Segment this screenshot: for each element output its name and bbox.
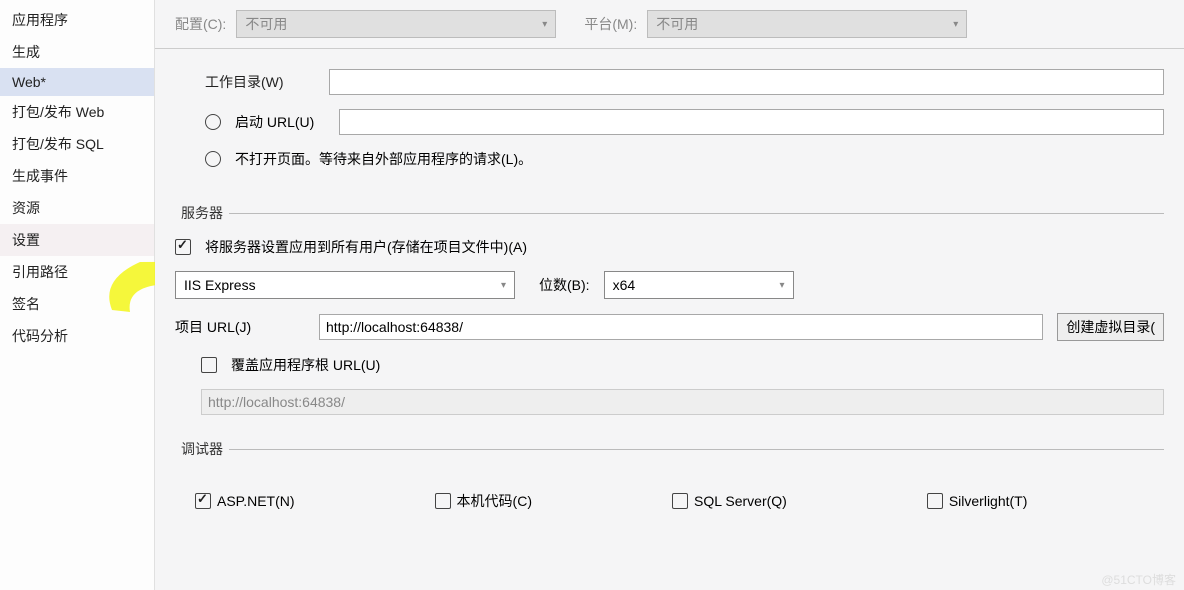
sidebar-item-code-analysis[interactable]: 代码分析 xyxy=(0,320,154,352)
sidebar-item-signing[interactable]: 签名 xyxy=(0,288,154,320)
sidebar-item-settings[interactable]: 设置 xyxy=(0,224,154,256)
start-url-input[interactable] xyxy=(339,109,1164,135)
sidebar-item-build[interactable]: 生成 xyxy=(0,36,154,68)
server-type-select[interactable]: IIS Express ▾ xyxy=(175,271,515,299)
platform-value: 不可用 xyxy=(656,14,698,34)
project-url-input[interactable] xyxy=(319,314,1043,340)
config-select: 不可用 ▾ xyxy=(236,10,556,38)
debugger-fieldset: 调试器 ASP.NET(N) 本机代码(C) SQL Server(Q) Sil… xyxy=(175,439,1164,511)
server-type-value: IIS Express xyxy=(184,277,256,293)
no-open-label: 不打开页面。等待来自外部应用程序的请求(L)。 xyxy=(235,149,532,169)
aspnet-label: ASP.NET(N) xyxy=(217,493,295,509)
start-url-radio[interactable] xyxy=(205,114,221,130)
config-label: 配置(C): xyxy=(175,14,226,34)
chevron-down-icon: ▾ xyxy=(780,280,785,291)
sqlserver-label: SQL Server(Q) xyxy=(694,493,787,509)
override-root-checkbox[interactable] xyxy=(201,357,217,373)
silverlight-checkbox[interactable] xyxy=(927,493,943,509)
sidebar: 应用程序 生成 Web* 打包/发布 Web 打包/发布 SQL 生成事件 资源… xyxy=(0,0,155,590)
main-panel: 配置(C): 不可用 ▾ 平台(M): 不可用 ▾ 工作目录(W) 启动 URL… xyxy=(155,0,1184,590)
platform-label: 平台(M): xyxy=(584,14,637,34)
sidebar-item-build-events[interactable]: 生成事件 xyxy=(0,160,154,192)
override-root-input xyxy=(201,389,1164,415)
sidebar-item-package-web[interactable]: 打包/发布 Web xyxy=(0,96,154,128)
watermark: @51CTO博客 xyxy=(1101,571,1176,588)
debugger-legend: 调试器 xyxy=(175,439,229,459)
config-value: 不可用 xyxy=(245,14,287,34)
apply-all-label: 将服务器设置应用到所有用户(存储在项目文件中)(A) xyxy=(205,237,527,257)
workdir-input[interactable] xyxy=(329,69,1164,95)
server-fieldset: 服务器 将服务器设置应用到所有用户(存储在项目文件中)(A) IIS Expre… xyxy=(175,203,1164,429)
no-open-radio[interactable] xyxy=(205,151,221,167)
workdir-label: 工作目录(W) xyxy=(205,72,315,92)
sidebar-item-resources[interactable]: 资源 xyxy=(0,192,154,224)
sidebar-item-web[interactable]: Web* xyxy=(0,68,154,96)
server-legend: 服务器 xyxy=(175,203,229,223)
chevron-down-icon: ▾ xyxy=(501,280,506,291)
platform-select: 不可用 ▾ xyxy=(647,10,967,38)
project-url-label: 项目 URL(J) xyxy=(175,317,305,337)
aspnet-checkbox[interactable] xyxy=(195,493,211,509)
bits-label: 位数(B): xyxy=(539,275,590,295)
native-checkbox[interactable] xyxy=(435,493,451,509)
sidebar-item-app[interactable]: 应用程序 xyxy=(0,4,154,36)
native-label: 本机代码(C) xyxy=(457,491,532,511)
chevron-down-icon: ▾ xyxy=(542,19,547,30)
create-vdir-button[interactable]: 创建虚拟目录( xyxy=(1057,313,1164,341)
sqlserver-checkbox[interactable] xyxy=(672,493,688,509)
start-url-label: 启动 URL(U) xyxy=(235,112,325,132)
sidebar-item-refpaths[interactable]: 引用路径 xyxy=(0,256,154,288)
bits-select[interactable]: x64 ▾ xyxy=(604,271,794,299)
sidebar-item-package-sql[interactable]: 打包/发布 SQL xyxy=(0,128,154,160)
apply-all-checkbox[interactable] xyxy=(175,239,191,255)
chevron-down-icon: ▾ xyxy=(953,19,958,30)
override-root-label: 覆盖应用程序根 URL(U) xyxy=(231,355,380,375)
bits-value: x64 xyxy=(613,277,636,293)
silverlight-label: Silverlight(T) xyxy=(949,493,1028,509)
